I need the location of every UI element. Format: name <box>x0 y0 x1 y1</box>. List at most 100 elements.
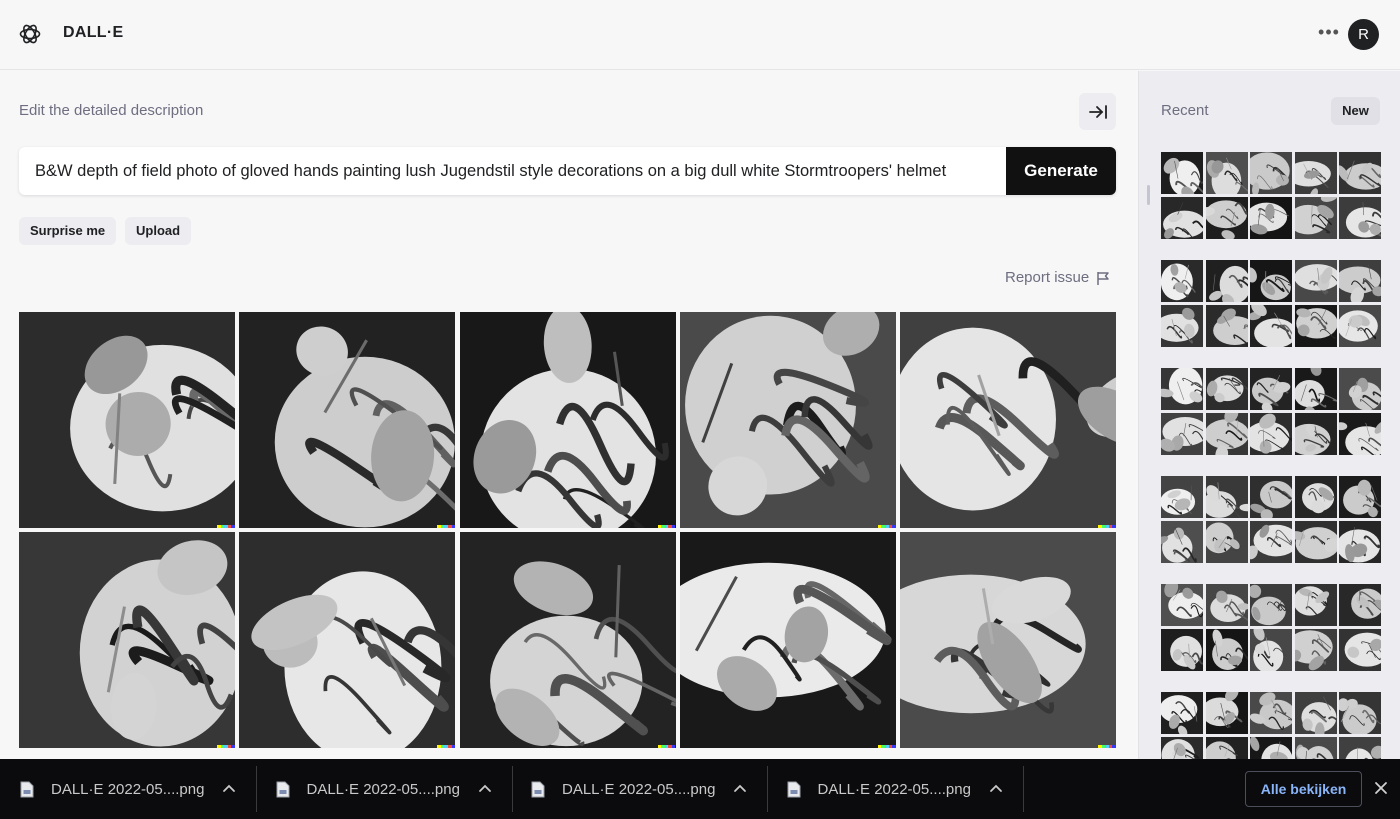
result-image[interactable] <box>900 312 1116 528</box>
results-grid <box>19 312 1116 748</box>
recent-thumbnail <box>1205 692 1248 734</box>
recent-thumbnail <box>1205 196 1248 239</box>
recent-thumbnail <box>1250 304 1292 347</box>
recent-thumbnail <box>1161 152 1203 194</box>
recent-batch[interactable] <box>1161 584 1381 671</box>
dalle-signature-stamp <box>657 745 676 748</box>
prompt-input[interactable]: B&W depth of field photo of gloved hands… <box>19 147 1116 195</box>
chevron-up-icon[interactable] <box>989 783 1003 793</box>
result-image[interactable] <box>19 532 235 748</box>
recent-label: Recent <box>1161 102 1209 119</box>
recent-thumbnail <box>1294 412 1337 455</box>
file-icon <box>276 781 289 798</box>
result-image[interactable] <box>19 312 235 528</box>
recent-batch[interactable] <box>1161 368 1381 455</box>
sidebar-resize-handle[interactable] <box>1147 185 1150 205</box>
recent-thumbnail <box>1250 628 1292 671</box>
recent-batch[interactable] <box>1161 476 1381 563</box>
recent-thumbnail <box>1339 412 1381 455</box>
recent-thumbnail <box>1294 736 1337 759</box>
chevron-up-icon[interactable] <box>733 783 747 793</box>
dalle-signature-stamp <box>217 525 235 528</box>
download-item[interactable]: DALL·E 2022-05....png <box>511 759 766 819</box>
result-image[interactable] <box>459 312 676 528</box>
recent-thumbnail <box>1250 260 1292 302</box>
recent-thumbnail <box>1250 692 1292 734</box>
recent-thumbnail <box>1161 368 1203 410</box>
upload-button[interactable]: Upload <box>125 217 192 245</box>
recent-thumbnail <box>1205 260 1248 302</box>
recent-thumbnail <box>1339 628 1381 671</box>
flag-icon <box>1097 271 1109 285</box>
recent-thumbnail <box>1339 196 1381 239</box>
new-button[interactable]: New <box>1331 97 1380 125</box>
openai-logo-icon[interactable] <box>18 22 42 46</box>
dalle-signature-stamp <box>877 745 896 748</box>
surprise-me-button[interactable]: Surprise me <box>19 217 117 245</box>
avatar[interactable]: R <box>1348 19 1379 50</box>
recent-thumbnail <box>1205 152 1248 194</box>
recent-thumbnail <box>1250 412 1292 455</box>
result-image[interactable] <box>459 532 676 748</box>
download-filename: DALL·E 2022-05....png <box>51 781 205 798</box>
recent-thumbnail <box>1339 304 1381 347</box>
recent-batch[interactable] <box>1161 692 1381 759</box>
result-image[interactable] <box>239 532 456 748</box>
recent-thumbnail <box>1294 304 1337 347</box>
recent-thumbnail <box>1339 152 1381 194</box>
recent-thumbnail <box>1205 736 1248 759</box>
file-icon <box>20 781 34 798</box>
result-image[interactable] <box>679 532 896 748</box>
report-issue-link[interactable]: Report issue <box>1005 269 1111 286</box>
dalle-signature-stamp <box>217 745 235 748</box>
recent-thumbnail <box>1205 520 1248 563</box>
result-image[interactable] <box>679 312 896 528</box>
recent-thumbnail <box>1294 196 1337 239</box>
recent-thumbnail <box>1294 628 1337 671</box>
download-item[interactable]: DALL·E 2022-05....png <box>0 759 255 819</box>
recent-thumbnail <box>1294 520 1337 563</box>
recent-thumbnail <box>1294 476 1337 518</box>
generate-button[interactable]: Generate <box>1006 147 1116 195</box>
download-item[interactable]: DALL·E 2022-05....png <box>256 759 511 819</box>
brand-name[interactable]: DALL·E <box>63 24 123 42</box>
recent-thumbnail <box>1339 476 1381 518</box>
download-item[interactable]: DALL·E 2022-05....png <box>767 759 1022 819</box>
result-image[interactable] <box>900 532 1116 748</box>
recent-thumbnail <box>1161 584 1203 626</box>
prompt-text[interactable]: B&W depth of field photo of gloved hands… <box>35 147 946 195</box>
chevron-up-icon[interactable] <box>222 783 236 793</box>
recent-thumbnail <box>1205 304 1248 347</box>
recent-thumbnail <box>1250 152 1292 194</box>
recent-thumbnail <box>1250 520 1292 563</box>
recent-thumbnail <box>1294 368 1337 410</box>
recent-thumbnail <box>1250 584 1292 626</box>
download-filename: DALL·E 2022-05....png <box>306 781 460 798</box>
recent-thumbnail <box>1250 476 1292 518</box>
edit-description-label: Edit the detailed description <box>19 102 204 119</box>
report-issue-label: Report issue <box>1005 269 1090 286</box>
recent-thumbnail <box>1205 476 1248 518</box>
file-icon <box>787 781 800 798</box>
recent-thumbnail <box>1339 692 1381 734</box>
recent-thumbnail <box>1161 260 1203 302</box>
result-image[interactable] <box>239 312 456 528</box>
recent-thumbnail <box>1205 368 1248 410</box>
more-horizontal-icon[interactable]: ••• <box>1316 21 1342 47</box>
file-icon <box>531 781 545 798</box>
download-filename: DALL·E 2022-05....png <box>817 781 971 798</box>
recent-thumbnail <box>1294 692 1337 734</box>
close-icon[interactable] <box>1373 780 1389 796</box>
chevron-up-icon[interactable] <box>478 783 492 793</box>
recent-batch[interactable] <box>1161 152 1381 239</box>
dalle-signature-stamp <box>437 745 456 748</box>
recent-thumbnail <box>1161 412 1203 455</box>
recent-thumbnail <box>1294 152 1337 194</box>
dalle-signature-stamp <box>1098 745 1116 748</box>
recent-thumbnail <box>1205 412 1248 455</box>
recent-batch[interactable] <box>1161 260 1381 347</box>
show-all-downloads-button[interactable]: Alle bekijken <box>1245 771 1362 807</box>
collapse-sidebar-button[interactable] <box>1079 93 1116 130</box>
recent-thumbnail <box>1161 476 1203 518</box>
recent-thumbnail <box>1339 736 1381 759</box>
